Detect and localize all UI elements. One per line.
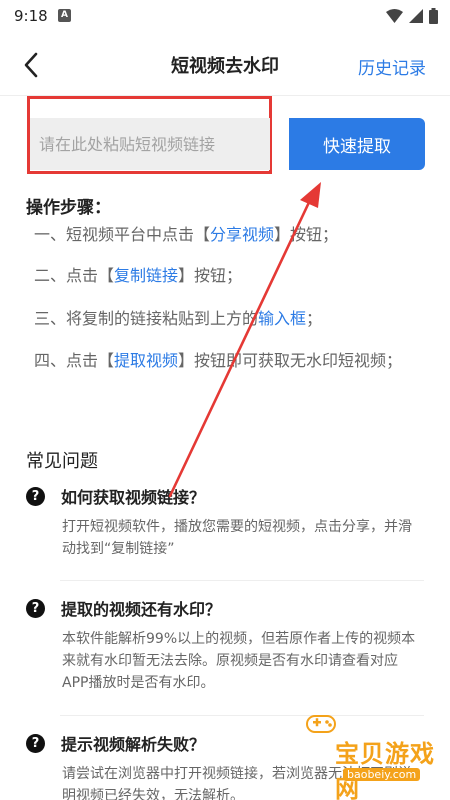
faq-question: 如何获取视频链接？ <box>61 488 206 507</box>
faq-question: 提示视频解析失败？ <box>61 735 206 754</box>
question-icon: ? <box>26 598 45 618</box>
faq-item: ? 如何获取视频链接？ 打开短视频软件，播放您需要的短视频，点击分享，并滑动找到… <box>26 484 424 560</box>
step-4-highlight: 提取视频 <box>114 351 179 370</box>
faq-answer: 打开短视频软件，播放您需要的短视频，点击分享，并滑动找到“复制链接” <box>62 519 412 557</box>
battery-icon <box>429 8 438 24</box>
status-icons <box>386 8 438 24</box>
faq-title: 常见问题 <box>26 451 98 472</box>
watermark-url: baobeiy.com <box>343 768 421 781</box>
status-bar: 9:18 A <box>0 0 450 34</box>
step-4: 四、点击【提取视频】按钮即可获取无水印短视频； <box>34 351 403 370</box>
quick-extract-button[interactable]: 快速提取 <box>289 118 425 170</box>
gamepad-icon <box>306 715 336 733</box>
divider <box>60 580 424 581</box>
notification-icon: A <box>58 9 71 22</box>
watermark-text: 宝贝游戏网 <box>335 740 435 800</box>
signal-icon <box>409 9 423 23</box>
faq-question: 提取的视频还有水印？ <box>61 600 222 619</box>
history-button[interactable]: 历史记录 <box>358 54 426 79</box>
step-2: 二、点击【复制链接】按钮； <box>34 266 243 285</box>
step-1-highlight: 分享视频 <box>210 225 275 244</box>
step-3: 三、将复制的链接粘贴到上方的输入框； <box>34 309 323 328</box>
wifi-icon <box>386 9 403 23</box>
step-2-highlight: 复制链接 <box>114 266 179 285</box>
faq-item: ? 提取的视频还有水印？ 本软件能解析99%以上的视频，但若原作者上传的视频本来… <box>26 596 424 694</box>
step-3-highlight: 输入框 <box>258 309 307 328</box>
site-watermark: 宝贝游戏网 baobeiy.com <box>305 712 445 800</box>
faq-answer: 本软件能解析99%以上的视频，但若原作者上传的视频本来就有水印暂无法去除。原视频… <box>62 631 416 691</box>
status-time: 9:18 <box>14 7 48 25</box>
question-icon: ? <box>26 486 45 506</box>
question-icon: ? <box>26 733 45 753</box>
step-1: 一、短视频平台中点击【分享视频】按钮； <box>34 225 339 244</box>
app-bar: 短视频去水印 历史记录 <box>0 34 450 96</box>
video-link-input[interactable] <box>30 118 270 170</box>
